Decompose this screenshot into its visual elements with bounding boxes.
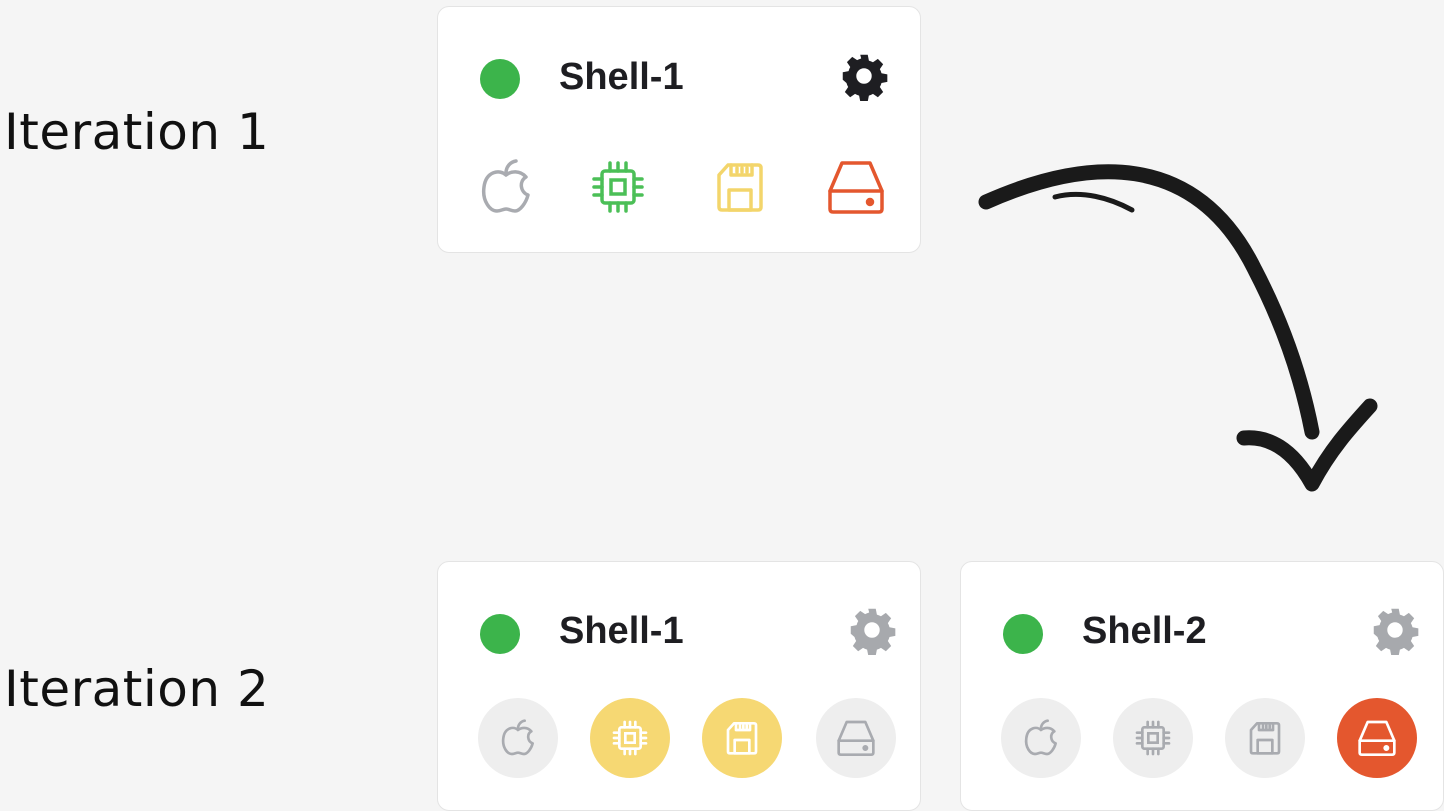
shell-name: Shell-1 [559, 610, 684, 652]
shell-name: Shell-2 [1082, 610, 1207, 652]
shell-card-iteration-1[interactable]: Shell-1 [437, 6, 921, 253]
cpu-chip-icon[interactable] [1113, 698, 1193, 778]
status-indicator [480, 59, 520, 99]
gear-icon[interactable] [839, 51, 889, 101]
hard-drive-icon [816, 147, 896, 227]
status-indicator [1003, 614, 1043, 654]
cpu-chip-icon[interactable] [590, 698, 670, 778]
hard-drive-icon[interactable] [816, 698, 896, 778]
gear-icon[interactable] [847, 605, 897, 655]
sd-card-icon[interactable] [1225, 698, 1305, 778]
shell-name: Shell-1 [559, 56, 684, 98]
hard-drive-icon[interactable] [1337, 698, 1417, 778]
gear-icon[interactable] [1370, 605, 1420, 655]
shell-card-iteration-2-shell-1[interactable]: Shell-1 [437, 561, 921, 811]
cpu-chip-icon [578, 147, 658, 227]
shell-card-iteration-2-shell-2[interactable]: Shell-2 [960, 561, 1444, 811]
apple-icon[interactable] [1001, 698, 1081, 778]
sd-card-icon[interactable] [702, 698, 782, 778]
apple-icon[interactable] [478, 698, 558, 778]
sd-card-icon [700, 147, 780, 227]
status-indicator [480, 614, 520, 654]
apple-icon [466, 147, 546, 227]
